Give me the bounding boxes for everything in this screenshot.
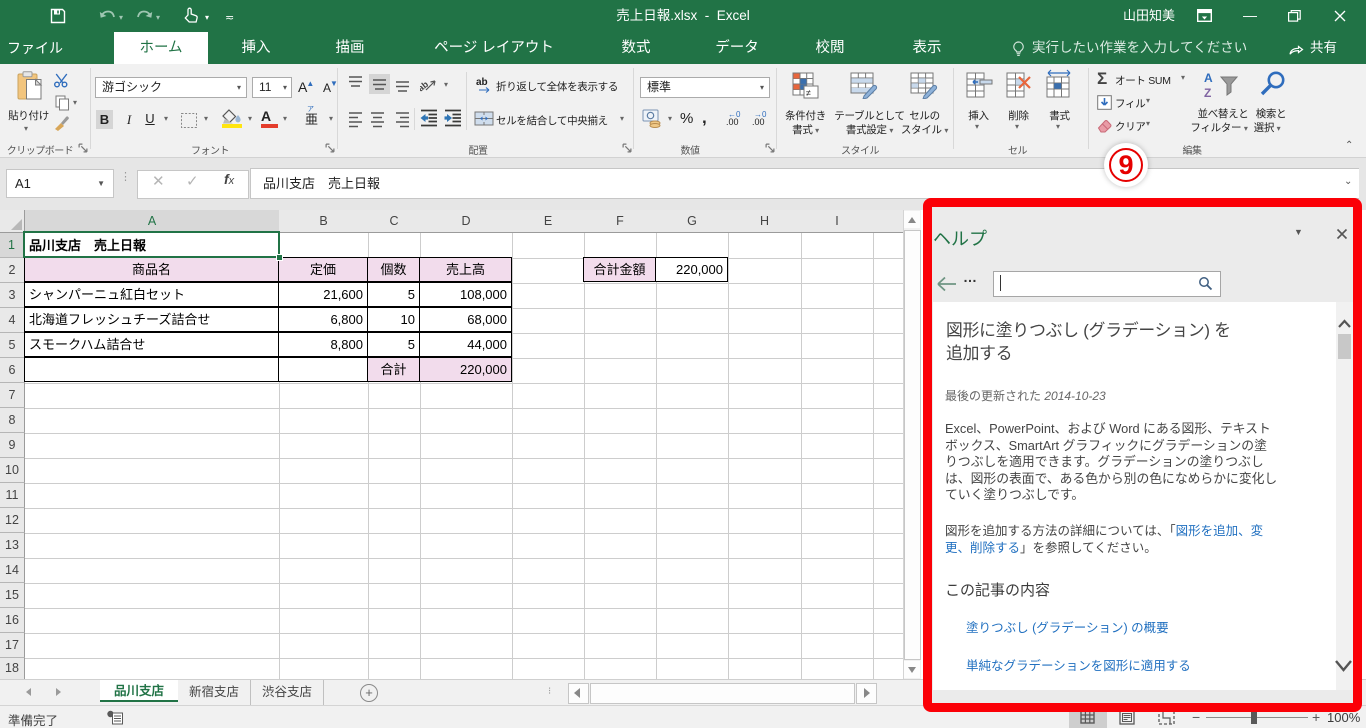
- svg-text:ab: ab: [420, 79, 431, 94]
- svg-text:←0: ←0: [728, 111, 741, 119]
- svg-text:ab: ab: [476, 77, 488, 88]
- svg-text:→0: →0: [754, 111, 767, 119]
- svg-text:Z: Z: [1204, 86, 1211, 100]
- svg-text:≠: ≠: [806, 88, 811, 98]
- svg-text:A: A: [1204, 71, 1213, 85]
